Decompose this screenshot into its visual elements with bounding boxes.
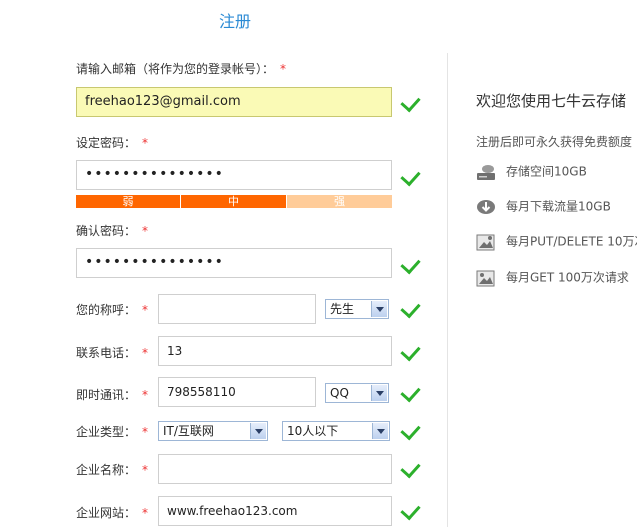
im-type-select[interactable]: QQ <box>325 383 389 403</box>
strength-medium: 中 <box>181 195 286 208</box>
column-divider <box>447 53 448 527</box>
phone-label: 联系电话： * <box>76 346 149 360</box>
company-size-select[interactable]: 10人以下 <box>282 421 390 441</box>
phone-field[interactable]: 13 <box>158 336 392 366</box>
sidebar-item-get: 每月GET 100万次请求 <box>476 268 629 288</box>
company-site-label: 企业网站： * <box>76 506 149 520</box>
company-name-field[interactable] <box>158 454 392 484</box>
email-valid-check-icon <box>400 91 421 113</box>
phone-valid-check-icon <box>400 340 421 362</box>
im-field[interactable]: 798558110 <box>158 377 316 407</box>
strength-weak: 弱 <box>76 195 180 208</box>
industry-select[interactable]: IT/互联网 <box>158 421 268 441</box>
chevron-down-icon <box>371 385 387 401</box>
company-site-valid-check-icon <box>400 499 421 521</box>
confirm-password-field[interactable]: ••••••••••••••• <box>76 248 392 278</box>
strength-strong: 强 <box>287 195 392 208</box>
image-upload-icon <box>476 234 495 251</box>
chevron-down-icon <box>372 423 388 439</box>
page-title: 注册 <box>218 12 251 31</box>
chevron-down-icon <box>371 301 387 317</box>
image-get-icon <box>476 270 495 287</box>
sidebar-title: 欢迎您使用七牛云存储 <box>476 92 627 110</box>
chevron-down-icon <box>250 423 266 439</box>
company-type-valid-check-icon <box>400 419 421 441</box>
email-field[interactable]: freehao123@gmail.com <box>76 87 392 117</box>
confirm-valid-check-icon <box>400 253 421 275</box>
sidebar-item-download: 每月下载流量10GB <box>476 197 611 217</box>
storage-icon <box>477 165 495 180</box>
password-label: 设定密码： * <box>76 136 149 150</box>
password-valid-check-icon <box>400 165 421 187</box>
password-field[interactable]: ••••••••••••••• <box>76 160 392 190</box>
sidebar-subtitle: 注册后即可永久获得免费额度 <box>476 135 633 149</box>
company-type-label: 企业类型： * <box>76 425 149 439</box>
company-site-field[interactable]: www.freehao123.com <box>158 496 392 526</box>
sidebar-item-storage: 存储空间10GB <box>476 162 587 182</box>
im-label: 即时通讯： * <box>76 388 149 402</box>
im-valid-check-icon <box>400 381 421 403</box>
confirm-password-label: 确认密码： * <box>76 224 149 238</box>
download-icon <box>477 200 495 214</box>
salutation-select[interactable]: 先生 <box>325 299 389 319</box>
email-label: 请输入邮箱（将作为您的登录帐号）： * <box>76 62 287 76</box>
sidebar-item-put-delete: 每月PUT/DELETE 10万次 <box>476 232 637 252</box>
company-name-valid-check-icon <box>400 457 421 479</box>
nickname-label: 您的称呼： * <box>76 303 149 317</box>
nickname-valid-check-icon <box>400 297 421 319</box>
company-name-label: 企业名称： * <box>76 463 149 477</box>
nickname-field[interactable] <box>158 294 316 324</box>
